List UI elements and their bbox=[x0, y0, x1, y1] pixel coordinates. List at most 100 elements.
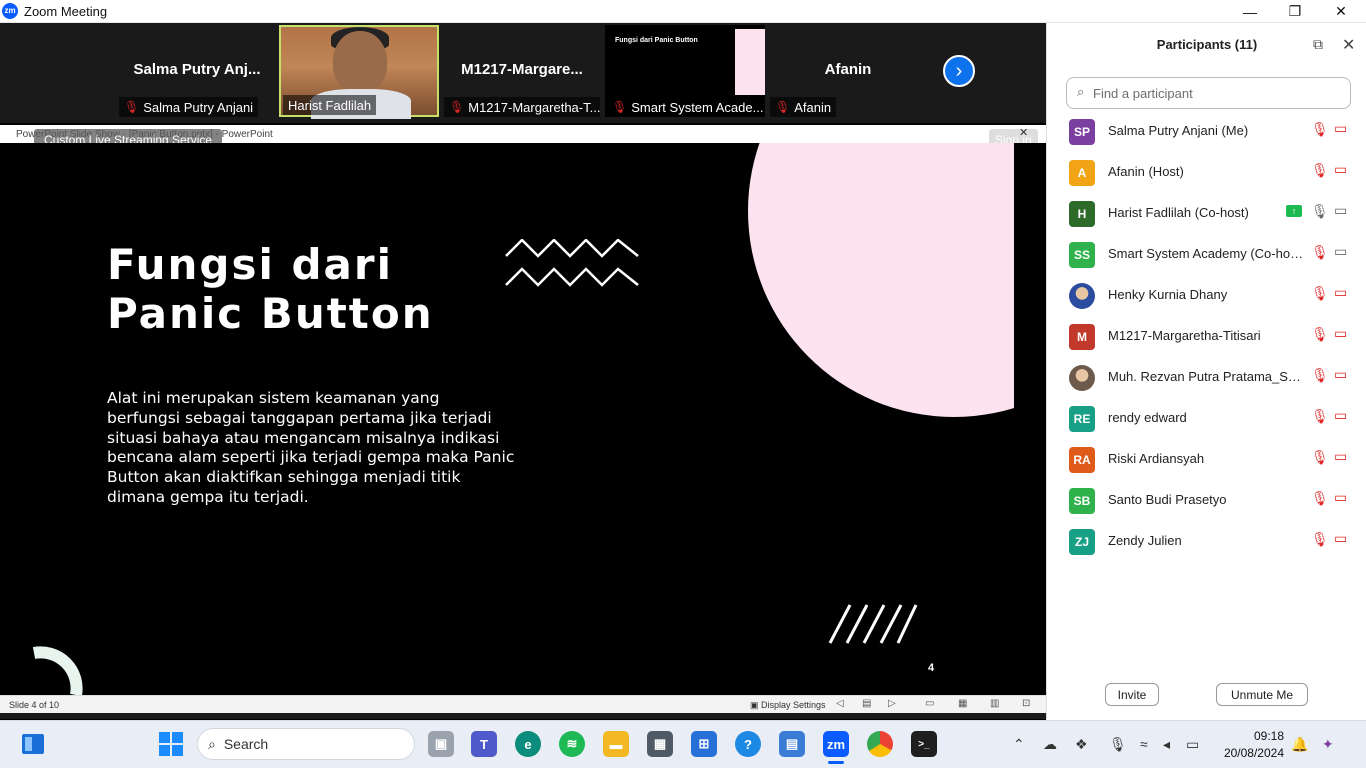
calculator-icon[interactable]: ▦ bbox=[647, 731, 673, 757]
camera-off-icon[interactable]: ▭ bbox=[1334, 284, 1347, 301]
participant-row[interactable]: RE rendy edward 🎙 ▭ bbox=[1047, 398, 1366, 439]
avatar: M bbox=[1069, 324, 1095, 350]
slideshow-icon[interactable]: ⊡ bbox=[1022, 698, 1030, 709]
camera-off-icon[interactable]: ▭ bbox=[1334, 161, 1347, 178]
edge-icon[interactable]: e bbox=[515, 731, 541, 757]
slide-sorter-icon[interactable]: ▦ bbox=[958, 698, 967, 709]
participant-row[interactable]: M M1217-Margaretha-Titisari 🎙 ▭ bbox=[1047, 316, 1366, 357]
clock-date[interactable]: 20/08/2024 bbox=[1206, 746, 1284, 760]
camera-off-icon[interactable]: ▭ bbox=[1334, 366, 1347, 383]
reading-view-icon[interactable]: ▥ bbox=[990, 698, 999, 709]
mic-muted-icon[interactable]: 🎙 bbox=[1311, 367, 1329, 384]
tile-display-name: M1217-Margare... bbox=[461, 61, 583, 78]
wifi-icon[interactable]: ≈ bbox=[1140, 736, 1148, 752]
search-icon: ⌕ bbox=[1077, 84, 1085, 99]
tile-label: 🎙 Smart System Acade... bbox=[607, 97, 763, 117]
video-tile-margaretha[interactable]: M1217-Margare... 🎙 M1217-Margaretha-T... bbox=[442, 25, 602, 117]
mic-on-icon[interactable]: 🎙 bbox=[1311, 203, 1329, 220]
avatar: SB bbox=[1069, 488, 1095, 514]
video-tile-afanin[interactable]: Afanin 🎙 Afanin bbox=[768, 25, 928, 117]
participant-row[interactable]: RA Riski Ardiansyah 🎙 ▭ bbox=[1047, 439, 1366, 480]
next-page-arrow-icon[interactable]: › bbox=[943, 55, 975, 87]
display-settings-button[interactable]: ▣ Display Settings bbox=[750, 700, 826, 711]
ppt-close-icon[interactable]: ✕ bbox=[1019, 126, 1028, 139]
camera-off-icon[interactable]: ▭ bbox=[1334, 530, 1347, 547]
next-slide-icon[interactable]: ▷ bbox=[888, 698, 896, 709]
microphone-icon[interactable]: 🎙 bbox=[1109, 736, 1127, 753]
participant-name: Smart System Academy (Co-host) bbox=[1108, 246, 1304, 261]
volume-icon[interactable]: ◂ bbox=[1163, 736, 1170, 753]
camera-off-icon[interactable]: ▭ bbox=[1334, 489, 1347, 506]
pop-out-icon[interactable]: ⧉ bbox=[1313, 36, 1323, 53]
prev-slide-icon[interactable]: ◁ bbox=[836, 698, 844, 709]
minimize-button[interactable]: — bbox=[1227, 0, 1273, 23]
mic-muted-icon[interactable]: 🎙 bbox=[1311, 490, 1329, 507]
participant-row[interactable]: Muh. Rezvan Putra Pratama_SM... 🎙 ▭ bbox=[1047, 357, 1366, 398]
copilot-icon[interactable]: ✦ bbox=[1322, 736, 1334, 753]
taskbar-search-box[interactable]: ⌕ Search bbox=[197, 728, 415, 760]
camera-on-icon[interactable]: ▭ bbox=[1334, 243, 1347, 260]
mic-muted-icon[interactable]: 🎙 bbox=[1311, 449, 1329, 466]
avatar: SS bbox=[1069, 242, 1095, 268]
normal-view-icon[interactable]: ▭ bbox=[925, 698, 934, 709]
video-tile-salma[interactable]: Salma Putry Anj... 🎙 Salma Putry Anjani bbox=[117, 25, 277, 117]
show-hidden-icons-icon[interactable]: ⌃ bbox=[1013, 736, 1025, 753]
teams-icon[interactable]: T bbox=[471, 731, 497, 757]
spotify-icon[interactable]: ≋ bbox=[559, 731, 585, 757]
avatar-photo bbox=[1069, 283, 1095, 309]
participant-row[interactable]: H Harist Fadlilah (Co-host) ↑ 🎙 ▭ bbox=[1047, 193, 1366, 234]
cloud-offline-icon[interactable]: ☁ bbox=[1043, 736, 1057, 753]
slide-margin bbox=[1014, 143, 1046, 695]
mic-muted-icon[interactable]: 🎙 bbox=[1311, 285, 1329, 302]
camera-off-icon[interactable]: ▭ bbox=[1334, 325, 1347, 342]
unmute-me-button[interactable]: Unmute Me bbox=[1216, 683, 1308, 706]
participant-row[interactable]: ZJ Zendy Julien 🎙 ▭ bbox=[1047, 521, 1366, 562]
clock-time[interactable]: 09:18 bbox=[1216, 729, 1284, 743]
terminal-icon[interactable]: >_ bbox=[911, 731, 937, 757]
store-icon[interactable]: ⊞ bbox=[691, 731, 717, 757]
participant-row[interactable]: Henky Kurnia Dhany 🎙 ▭ bbox=[1047, 275, 1366, 316]
dropbox-icon[interactable]: ❖ bbox=[1075, 736, 1088, 753]
mic-muted-icon[interactable]: 🎙 bbox=[1311, 121, 1329, 138]
task-view-icon[interactable]: ▣ bbox=[428, 731, 454, 757]
avatar: A bbox=[1069, 160, 1095, 186]
participant-row[interactable]: SB Santo Budi Prasetyo 🎙 ▭ bbox=[1047, 480, 1366, 521]
mic-muted-icon[interactable]: 🎙 bbox=[1311, 408, 1329, 425]
mic-muted-icon[interactable]: 🎙 bbox=[1311, 326, 1329, 343]
participant-name: Salma Putry Anjani (Me) bbox=[1108, 123, 1249, 138]
chrome-icon[interactable] bbox=[867, 731, 893, 757]
widgets-icon[interactable] bbox=[20, 732, 46, 756]
camera-off-icon[interactable]: ▭ bbox=[1334, 448, 1347, 465]
camera-off-icon[interactable]: ▭ bbox=[1334, 120, 1347, 137]
decorative-arc-icon bbox=[32, 646, 83, 695]
participant-name: rendy edward bbox=[1108, 410, 1187, 425]
notes-icon[interactable]: ▤ bbox=[862, 698, 871, 709]
news-icon[interactable]: ▤ bbox=[779, 731, 805, 757]
camera-off-icon[interactable]: ▭ bbox=[1334, 407, 1347, 424]
close-window-button[interactable]: ✕ bbox=[1318, 0, 1364, 23]
video-tile-smart-system[interactable]: Fungsi dari Panic Button 🎙 Smart System A… bbox=[605, 25, 765, 117]
mic-muted-icon[interactable]: 🎙 bbox=[1311, 244, 1329, 261]
find-participant-input[interactable] bbox=[1066, 77, 1351, 109]
start-windows-icon[interactable] bbox=[159, 732, 183, 756]
mic-muted-icon[interactable]: 🎙 bbox=[1311, 531, 1329, 548]
video-tile-harist[interactable]: Harist Fadlilah bbox=[279, 25, 439, 119]
help-icon[interactable]: ? bbox=[735, 731, 761, 757]
invite-button[interactable]: Invite bbox=[1105, 683, 1159, 706]
notifications-bell-icon[interactable]: 🔔 bbox=[1291, 736, 1308, 753]
avatar: RA bbox=[1069, 447, 1095, 473]
participant-row[interactable]: SS Smart System Academy (Co-host) 🎙 ▭ bbox=[1047, 234, 1366, 275]
zoom-app-icon[interactable]: zm bbox=[823, 731, 849, 757]
participants-panel: Participants (11) ⧉ ✕ ⌕ SP Salma Putry A… bbox=[1046, 23, 1366, 720]
file-explorer-icon[interactable]: ▬ bbox=[603, 731, 629, 757]
restore-button[interactable]: ❐ bbox=[1272, 0, 1318, 23]
battery-icon[interactable]: ▭ bbox=[1186, 736, 1199, 753]
mic-muted-icon: 🎙 bbox=[124, 100, 140, 114]
camera-on-icon[interactable]: ▭ bbox=[1334, 202, 1347, 219]
participant-row[interactable]: A Afanin (Host) 🎙 ▭ bbox=[1047, 152, 1366, 193]
mic-muted-icon[interactable]: 🎙 bbox=[1311, 162, 1329, 179]
participant-row[interactable]: SP Salma Putry Anjani (Me) 🎙 ▭ bbox=[1047, 111, 1366, 152]
close-panel-icon[interactable]: ✕ bbox=[1342, 35, 1355, 55]
participant-name: Santo Budi Prasetyo bbox=[1108, 492, 1227, 507]
tile-label: 🎙 M1217-Margaretha-T... bbox=[444, 97, 600, 117]
